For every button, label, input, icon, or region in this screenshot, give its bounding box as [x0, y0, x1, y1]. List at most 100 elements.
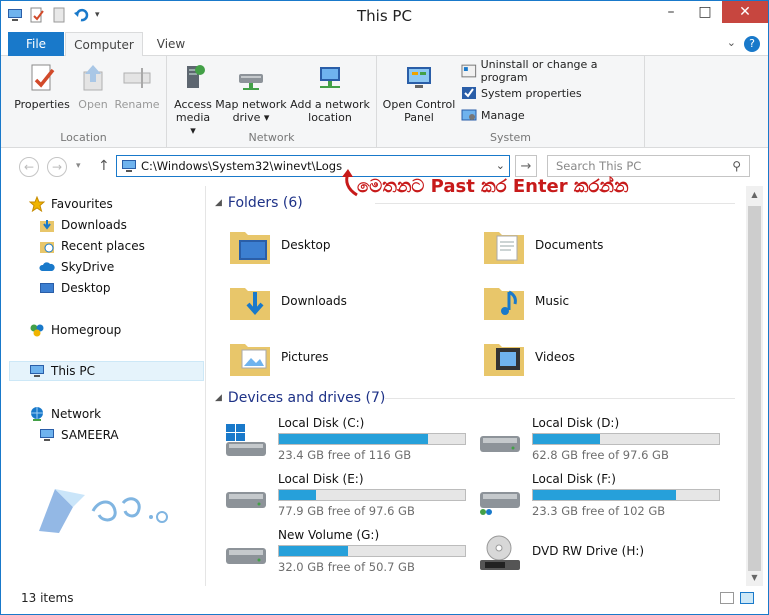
drive-name: Local Disk (E:): [278, 472, 364, 486]
devices-section-header[interactable]: ◢ Devices and drives (7): [215, 387, 735, 409]
address-dropdown-icon[interactable]: ⌄: [496, 159, 505, 172]
ribbon-group-system: Open Control Panel Uninstall or change a…: [377, 56, 645, 148]
section-divider: [375, 203, 735, 204]
go-button[interactable]: →: [515, 155, 537, 177]
cloud-icon: [39, 262, 55, 271]
drive-free-space: 23.4 GB free of 116 GB: [278, 448, 412, 462]
content-scrollbar[interactable]: ▲ ▼: [746, 186, 763, 586]
drive-g[interactable]: New Volume (G:) 32.0 GB free of 50.7 GB: [223, 528, 473, 578]
help-icon[interactable]: ?: [744, 36, 760, 52]
nav-item-skydrive[interactable]: SkyDrive: [39, 257, 114, 277]
title-bar: ▾ This PC – □ ✕: [1, 1, 768, 32]
nav-item-desktop[interactable]: Desktop: [39, 278, 111, 298]
drive-usage-fill: [279, 434, 428, 444]
close-button[interactable]: ✕: [722, 1, 768, 23]
pictures-folder-icon: [230, 344, 270, 376]
ribbon-expand-icon[interactable]: ⌄: [727, 36, 736, 49]
access-media-button[interactable]: Access media ▾: [173, 62, 213, 137]
nav-item-network[interactable]: Network: [29, 404, 101, 424]
drive-h[interactable]: DVD RW Drive (H:): [477, 528, 727, 578]
nav-item-recent-places[interactable]: Recent places: [39, 236, 145, 256]
forward-button[interactable]: →: [47, 157, 67, 177]
item-count: 13 items: [21, 591, 74, 605]
folder-desktop[interactable]: Desktop: [227, 220, 331, 270]
folder-documents[interactable]: Documents: [481, 220, 603, 270]
dvd-drive-icon: [480, 535, 520, 570]
scroll-thumb[interactable]: [748, 206, 761, 571]
nav-item-this-pc[interactable]: This PC: [9, 361, 204, 381]
manage-button[interactable]: Manage: [461, 105, 525, 125]
scroll-up-icon[interactable]: ▲: [746, 186, 763, 203]
desktop-icon: [40, 283, 54, 293]
ribbon: Properties Open Rename Location Access m…: [1, 56, 768, 148]
drive-c[interactable]: Local Disk (C:) 23.4 GB free of 116 GB: [223, 416, 473, 466]
this-pc-icon: [122, 160, 136, 172]
tab-view[interactable]: View: [147, 32, 195, 56]
drive-usage-fill: [279, 490, 317, 500]
drive-name: Local Disk (F:): [532, 472, 616, 486]
open-icon: [83, 65, 103, 91]
open-button[interactable]: Open: [74, 62, 112, 111]
drive-usage-bar: [278, 489, 466, 501]
details-view-icon[interactable]: [720, 592, 734, 604]
address-path: C:\Windows\System32\winevt\Logs: [141, 159, 343, 173]
drive-usage-bar: [532, 433, 720, 445]
system-properties-button[interactable]: System properties: [461, 83, 582, 103]
folder-pictures[interactable]: Pictures: [227, 332, 329, 382]
rename-button[interactable]: Rename: [113, 62, 161, 111]
folder-music[interactable]: Music: [481, 276, 569, 326]
network-location-icon: [320, 67, 340, 88]
hard-drive-icon: [480, 436, 520, 452]
properties-button[interactable]: Properties: [11, 62, 73, 111]
desktop-folder-icon: [230, 232, 270, 264]
network-drive-icon: [239, 74, 263, 90]
section-divider: [385, 398, 735, 399]
scroll-down-icon[interactable]: ▼: [746, 569, 763, 586]
drive-free-space: 32.0 GB free of 50.7 GB: [278, 560, 415, 574]
minimize-button[interactable]: –: [654, 1, 688, 23]
tab-file[interactable]: File: [8, 32, 64, 56]
folder-downloads[interactable]: Downloads: [227, 276, 347, 326]
collapse-icon[interactable]: ◢: [215, 198, 222, 208]
ribbon-group-location: Properties Open Rename Location: [1, 56, 167, 148]
back-button[interactable]: ←: [19, 157, 39, 177]
drive-e[interactable]: Local Disk (E:) 77.9 GB free of 97.6 GB: [223, 472, 473, 522]
maximize-button[interactable]: □: [688, 1, 722, 23]
ribbon-group-label: Location: [60, 131, 107, 144]
uninstall-program-button[interactable]: Uninstall or change a program: [461, 58, 644, 84]
drive-usage-fill: [279, 546, 348, 556]
folder-videos[interactable]: Videos: [481, 332, 575, 382]
map-network-drive-button[interactable]: Map network drive ▾: [215, 62, 287, 124]
drive-d[interactable]: Local Disk (D:) 62.8 GB free of 97.6 GB: [477, 416, 727, 466]
downloads-icon: [40, 220, 54, 232]
open-control-panel-button[interactable]: Open Control Panel: [381, 62, 457, 124]
recent-locations-icon[interactable]: ▾: [76, 161, 81, 171]
nav-item-homegroup[interactable]: Homegroup: [29, 320, 121, 340]
folders-section-header[interactable]: ◢ Folders (6): [215, 192, 735, 214]
downloads-folder-icon: [230, 288, 270, 320]
search-input[interactable]: Search This PC ⚲: [547, 155, 750, 177]
drive-name: DVD RW Drive (H:): [532, 544, 645, 558]
up-button[interactable]: ↑: [98, 158, 110, 174]
collapse-icon[interactable]: ◢: [215, 393, 222, 403]
computer-icon: [40, 429, 54, 441]
drive-name: New Volume (G:): [278, 528, 380, 542]
window-title: This PC: [357, 7, 412, 25]
nav-item-sameera[interactable]: SAMEERA: [39, 425, 119, 445]
tab-computer[interactable]: Computer: [65, 32, 143, 57]
add-network-location-button[interactable]: Add a network location: [289, 62, 371, 124]
documents-folder-icon: [484, 232, 524, 264]
programs-icon: [461, 64, 477, 78]
rename-icon: [123, 68, 151, 88]
hard-drive-icon: [226, 492, 266, 508]
ribbon-group-network: Access media ▾ Map network drive ▾ Add a…: [167, 56, 377, 148]
nav-item-favourites[interactable]: Favourites: [29, 194, 113, 214]
address-bar[interactable]: C:\Windows\System32\winevt\Logs ⌄: [116, 155, 510, 177]
tiles-view-icon[interactable]: [740, 592, 754, 604]
search-placeholder: Search This PC: [556, 159, 642, 173]
control-panel-icon: [407, 67, 431, 88]
drive-name: Local Disk (D:): [532, 416, 620, 430]
drive-f[interactable]: Local Disk (F:) 23.3 GB free of 102 GB: [477, 472, 727, 522]
nav-item-downloads[interactable]: Downloads: [39, 215, 127, 235]
window-controls: – □ ✕: [654, 1, 768, 23]
